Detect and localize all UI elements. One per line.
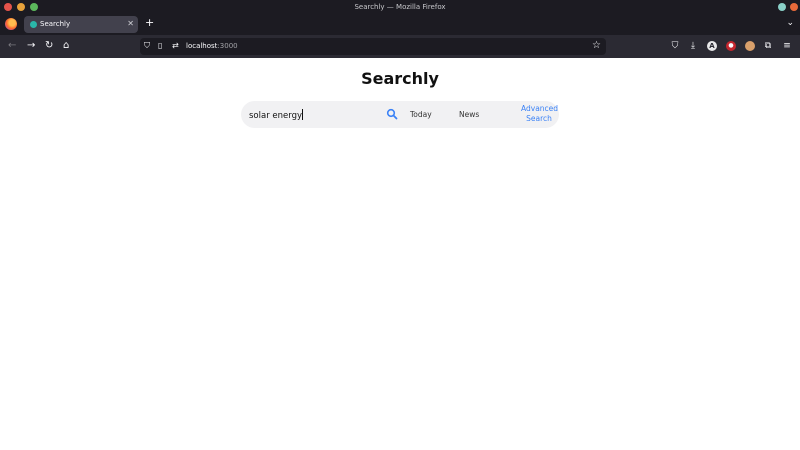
site-logo: Searchly: [361, 69, 439, 88]
firefox-mini-icon: [790, 3, 798, 11]
search-bar: solar energy Today News Advanced Search: [241, 101, 559, 128]
advanced-search-link[interactable]: Advanced Search: [521, 104, 559, 124]
text-caret: [302, 109, 304, 120]
download-icon[interactable]: ⤓: [688, 41, 698, 51]
page-icon[interactable]: ▯: [158, 41, 162, 50]
extension-icon[interactable]: ●: [726, 41, 736, 51]
shield-icon[interactable]: ⛉: [144, 41, 150, 51]
new-tab-icon[interactable]: +: [145, 16, 154, 29]
search-query-text: solar energy: [249, 111, 303, 121]
reload-icon[interactable]: ↻: [45, 40, 53, 52]
firefox-icon[interactable]: [5, 18, 17, 30]
page-content: Searchly solar energy Today News Advance…: [0, 58, 800, 450]
extensions-puzzle-icon[interactable]: ⧉: [763, 41, 773, 51]
search-input[interactable]: solar energy: [249, 109, 304, 121]
search-icon[interactable]: [386, 108, 398, 120]
searchly-favicon-icon: [30, 21, 37, 28]
filter-news-button[interactable]: News: [459, 110, 479, 119]
window-title: Searchly — Mozilla Firefox: [354, 3, 446, 11]
url-host: localhost: [186, 42, 218, 50]
url-port: :3000: [217, 42, 238, 50]
avatar-icon[interactable]: [745, 41, 755, 51]
tab-label: Searchly: [40, 20, 71, 28]
back-icon[interactable]: ←: [8, 40, 16, 52]
advanced-search-line1: Advanced: [521, 104, 559, 113]
list-all-tabs-icon[interactable]: ⌄: [786, 18, 794, 28]
forward-icon[interactable]: →: [27, 40, 35, 52]
address-bar[interactable]: ⛉ ▯ ⇄ localhost:3000 ☆: [140, 38, 606, 55]
menu-icon[interactable]: ≡: [782, 41, 792, 51]
navigation-toolbar: ← → ↻ ⌂ ⛉ ▯ ⇄ localhost:3000 ☆ ⛉ ⤓ A ● ⧉…: [0, 35, 800, 58]
bookmark-star-icon[interactable]: ☆: [592, 40, 601, 51]
url-text[interactable]: localhost:3000: [186, 42, 238, 50]
close-tab-icon[interactable]: ✕: [127, 19, 134, 28]
advanced-search-line2: Search: [526, 114, 552, 123]
pocket-icon[interactable]: ⛉: [670, 41, 680, 51]
window-extra-dot-icon: [778, 3, 786, 11]
window-titlebar: Searchly — Mozilla Firefox: [0, 0, 800, 14]
account-icon[interactable]: A: [707, 41, 717, 51]
permissions-icon[interactable]: ⇄: [172, 41, 179, 50]
tab-strip: Searchly ✕ + ⌄: [0, 14, 800, 35]
filter-today-button[interactable]: Today: [410, 110, 432, 119]
home-icon[interactable]: ⌂: [63, 40, 69, 52]
tab-searchly[interactable]: Searchly ✕: [24, 16, 138, 33]
